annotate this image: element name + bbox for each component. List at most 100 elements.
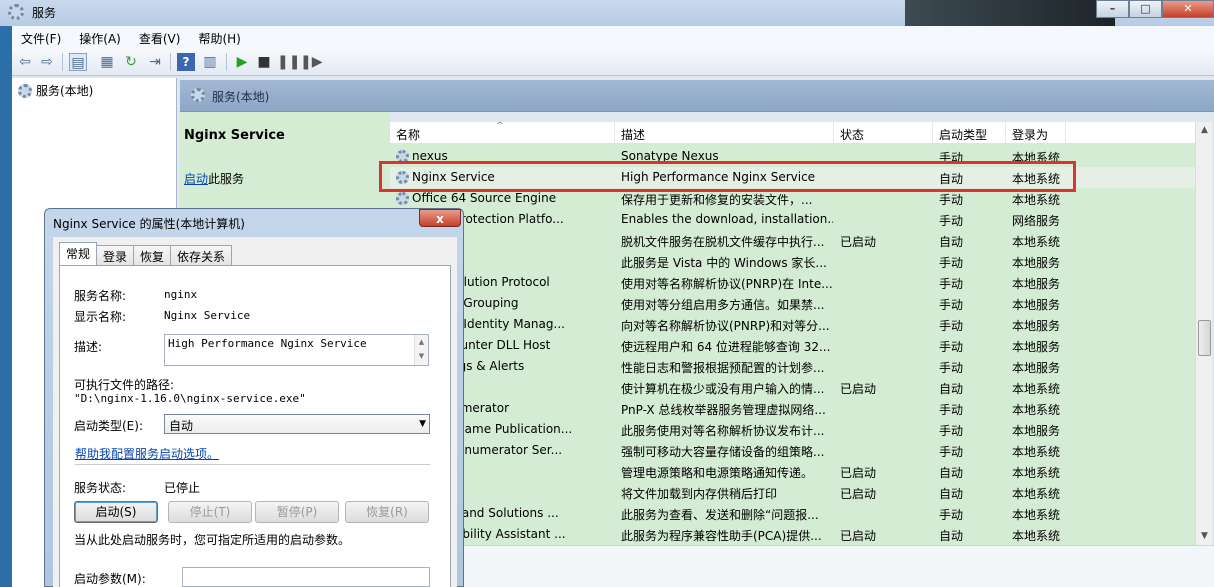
help-configure-link[interactable]: 帮助我配置服务启动选项。 xyxy=(75,445,219,462)
menu-file[interactable]: 文件(F) xyxy=(12,26,70,48)
service-row[interactable]: working Grouping 使用对等分组启用多方通信。如果禁... 手动 本地服… xyxy=(390,293,1195,314)
start-button[interactable]: 启动(S) xyxy=(74,501,158,523)
pause-button[interactable]: 暂停(P) xyxy=(255,501,339,523)
service-status-label: 服务状态: xyxy=(74,481,127,495)
service-row[interactable]: Play使计算机在极少或没有用户输入的情...已启动自动本地系统 xyxy=(390,377,1195,398)
service-logon: 本地系统 xyxy=(1012,466,1061,480)
start-service-suffix: 此服务 xyxy=(208,172,245,186)
service-startup-type: 自动 xyxy=(939,235,964,249)
description-textbox[interactable]: High Performance Nginx Service ▲ ▼ xyxy=(164,334,429,366)
service-startup-type: 手动 xyxy=(939,256,964,270)
menu-view[interactable]: 查看(V) xyxy=(130,26,190,48)
pause-service-icon[interactable]: ❚❚ xyxy=(277,53,300,71)
service-row[interactable]: Reports and Solutions ... 此服务为查看、发送和删除“问题… xyxy=(390,503,1195,524)
export-list-icon[interactable]: ⇥ xyxy=(146,53,164,71)
service-row[interactable]: ftware Protection Platfo... Enables the d… xyxy=(390,209,1195,230)
start-params-input[interactable] xyxy=(182,567,430,587)
service-status: 已启动 xyxy=(840,487,877,501)
service-row[interactable]: ance Counter DLL Host 使远程用户和 64 位进程能够查询 3… xyxy=(390,335,1195,356)
service-description: 使用对等名称解析协议(PNRP)在 Inte... xyxy=(621,277,833,291)
minimize-button[interactable]: – xyxy=(1096,0,1129,18)
startup-type-select[interactable]: 自动 ▼ xyxy=(164,414,430,434)
menu-help[interactable]: 帮助(H) xyxy=(189,26,249,48)
description-scrollbar[interactable]: ▲ ▼ xyxy=(414,335,428,365)
service-description: 脱机文件服务在脱机文件缓存中执行... xyxy=(621,235,825,249)
tab-logon[interactable]: 登录 xyxy=(96,245,135,265)
service-startup-type: 手动 xyxy=(939,508,964,522)
menu-action[interactable]: 操作(A) xyxy=(70,26,130,48)
service-row[interactable]: oler将文件加载到内存供稍后打印已启动自动本地系统 xyxy=(390,482,1195,503)
start-service-link[interactable]: 启动 xyxy=(184,172,208,186)
service-description: 性能日志和警报根据预配置的计划参... xyxy=(621,361,825,375)
tab-dependencies[interactable]: 依存关系 xyxy=(170,245,233,265)
window-titlebar: 服务 – □ ✕ xyxy=(0,0,1214,26)
tab-recovery[interactable]: 恢复 xyxy=(133,245,172,265)
service-startup-type: 手动 xyxy=(939,277,964,291)
tree-item-label: 服务(本地) xyxy=(36,84,94,98)
service-row[interactable]: Controls此服务是 Vista 中的 Windows 家长...手动本地服… xyxy=(390,251,1195,272)
window-title: 服务 xyxy=(32,6,57,20)
services-rows: nexus Sonatype Nexus 手动 本地系统 Nginx Service Hi… xyxy=(390,146,1195,545)
column-header-description[interactable]: 描述 xyxy=(615,122,834,144)
column-header-logon[interactable]: 登录为 xyxy=(1006,122,1066,144)
service-row[interactable]: working Identity Manag... 向对等名称解析协议(PNRP)… xyxy=(390,314,1195,335)
help-icon[interactable]: ? xyxy=(177,53,195,71)
resume-button[interactable]: 恢复(R) xyxy=(345,501,429,523)
general-tab-panel: 服务名称: nginx 显示名称: Nginx Service 描述: High… xyxy=(59,265,451,587)
service-startup-type: 自动 xyxy=(939,382,964,396)
start-service-icon[interactable]: ▶ xyxy=(233,53,251,71)
forward-arrow-icon[interactable]: ⇨ xyxy=(38,53,56,71)
restart-service-icon[interactable]: ❚▶ xyxy=(300,53,323,71)
service-startup-type: 手动 xyxy=(939,424,964,438)
dialog-close-button[interactable]: x xyxy=(419,209,461,227)
red-highlight-box xyxy=(379,161,1076,192)
column-header-name[interactable]: 名称 ^ xyxy=(390,122,615,144)
chevron-down-icon: ▼ xyxy=(419,419,426,429)
back-arrow-icon[interactable]: ⇦ xyxy=(16,53,34,71)
service-startup-type: 自动 xyxy=(939,529,964,543)
stop-service-icon[interactable]: ■ xyxy=(255,53,273,71)
service-row[interactable]: Compatibility Assistant ... 此服务为程序兼容性助手(P… xyxy=(390,524,1195,545)
vertical-scrollbar[interactable]: ▲ ▼ xyxy=(1195,122,1212,545)
service-description: 使计算机在极少或没有用户输入的情... xyxy=(621,382,825,396)
service-row[interactable]: Bus EnumeratorPnP-X 总线枚举器服务管理虚拟网络...手动本地… xyxy=(390,398,1195,419)
column-header-startup-type[interactable]: 启动类型 xyxy=(933,122,1006,144)
service-logon: 网络服务 xyxy=(1012,214,1061,228)
scroll-up-arrow-icon[interactable]: ▲ xyxy=(1196,122,1213,139)
service-description: 使远程用户和 64 位进程能够查询 32... xyxy=(621,340,831,354)
service-row[interactable]: achine Name Publication... 此服务使用对等名称解析协议发… xyxy=(390,419,1195,440)
service-description: 此服务使用对等名称解析协议发布计... xyxy=(621,424,825,438)
column-header-status[interactable]: 状态 xyxy=(834,122,933,144)
service-startup-type: 手动 xyxy=(939,340,964,354)
service-description: 此服务为程序兼容性助手(PCA)提供... xyxy=(621,529,822,543)
service-row[interactable]: ance Logs & Alerts 性能日志和警报根据预配置的计划参... 手动本… xyxy=(390,356,1195,377)
service-logon: 本地服务 xyxy=(1012,319,1061,333)
service-startup-type: 自动 xyxy=(939,466,964,480)
tab-general[interactable]: 常规 xyxy=(59,242,98,265)
refresh-icon[interactable]: ↻ xyxy=(122,53,140,71)
service-description: 向对等名称解析协议(PNRP)和对等分... xyxy=(621,319,830,333)
show-tree-icon[interactable]: ▤ xyxy=(69,53,87,71)
service-name: Office 64 Source Engine xyxy=(412,191,557,205)
service-startup-type: 手动 xyxy=(939,361,964,375)
service-row[interactable]: 管理电源策略和电源策略通知传递。 已启动 自动 本地系统 xyxy=(390,461,1195,482)
service-logon: 本地系统 xyxy=(1012,508,1061,522)
action-pane-icon[interactable]: ▥ xyxy=(201,53,219,71)
close-window-button[interactable]: ✕ xyxy=(1162,0,1214,18)
services-gear-icon xyxy=(191,88,205,102)
service-description: 将文件加载到内存供稍后打印 xyxy=(621,487,778,501)
column-logon-label: 登录为 xyxy=(1012,128,1049,142)
scroll-thumb[interactable] xyxy=(1198,320,1211,356)
service-startup-type: 手动 xyxy=(939,298,964,312)
tree-item-services-local[interactable]: 服务(本地) xyxy=(18,82,93,99)
scroll-down-arrow-icon[interactable]: ▼ xyxy=(1196,528,1213,545)
stop-button[interactable]: 停止(T) xyxy=(168,501,252,523)
service-status: 已启动 xyxy=(840,529,877,543)
service-row[interactable]: me Resolution Protocol 使用对等名称解析协议(PNRP)在 … xyxy=(390,272,1195,293)
description-value: High Performance Nginx Service xyxy=(168,337,367,350)
service-row[interactable]: les脱机文件服务在脱机文件缓存中执行...已启动自动本地系统 xyxy=(390,230,1195,251)
maximize-button[interactable]: □ xyxy=(1129,0,1162,18)
properties-sheet-icon[interactable]: ▦ xyxy=(98,53,116,71)
service-row[interactable]: Device Enumerator Ser... 强制可移动大容量存储设备的组策略… xyxy=(390,440,1195,461)
service-logon: 本地系统 xyxy=(1012,382,1061,396)
